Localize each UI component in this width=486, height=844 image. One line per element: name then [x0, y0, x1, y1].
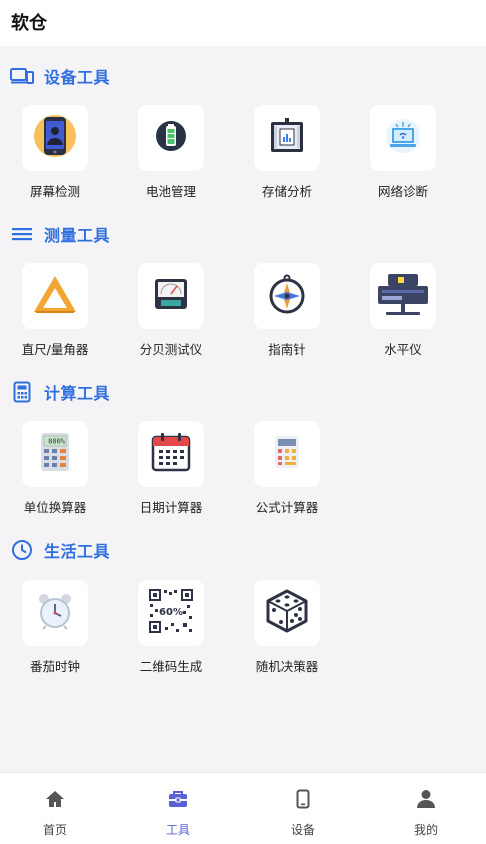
tab-label: 工具	[165, 823, 190, 837]
tool-label: 番茄时钟	[29, 659, 80, 674]
tab-device[interactable]: 设备	[248, 773, 358, 844]
section-title: 设备工具	[44, 68, 111, 87]
device-icon	[293, 789, 313, 809]
tool-pomodoro[interactable]: 番茄时钟	[0, 580, 110, 680]
storage-server-icon	[265, 116, 309, 160]
alarm-clock-icon	[35, 591, 75, 635]
tool-tile[interactable]	[254, 580, 320, 646]
section-title: 生活工具	[44, 542, 111, 561]
tool-level[interactable]: 水平仪	[348, 263, 458, 363]
tool-date-calculator[interactable]: 日期计算器	[116, 421, 226, 521]
tool-ruler[interactable]: 直尺/量角器	[0, 263, 110, 363]
tool-label: 日期计算器	[139, 500, 203, 515]
tool-qrcode[interactable]: 60% 二维码生成	[116, 580, 226, 680]
tool-tile[interactable]	[254, 421, 320, 487]
tool-tile[interactable]	[138, 263, 204, 329]
tab-tools[interactable]: 工具	[123, 773, 233, 844]
tab-label: 设备	[290, 823, 315, 837]
tool-tile[interactable]	[22, 580, 88, 646]
tool-label: 二维码生成	[139, 659, 203, 674]
calendar-icon	[150, 431, 192, 477]
tool-compass[interactable]: 指南针	[232, 263, 342, 363]
tool-tile[interactable]	[138, 421, 204, 487]
qr-code-icon: 60%	[147, 587, 195, 639]
tab-home[interactable]: 首页	[0, 773, 110, 844]
section-measure-tools: 测量工具	[10, 222, 110, 246]
tool-tile[interactable]: 800%	[22, 421, 88, 487]
app-header: 软仓	[0, 0, 486, 46]
tool-label: 电池管理	[145, 184, 196, 199]
calc-display-text: 800%	[48, 438, 66, 446]
tool-tile[interactable]	[22, 263, 88, 329]
tool-tile[interactable]	[370, 263, 436, 329]
clock-icon	[10, 539, 34, 561]
tool-label: 指南针	[268, 342, 306, 357]
dice-icon	[264, 588, 310, 638]
tool-tile[interactable]	[370, 105, 436, 171]
tool-tile[interactable]	[22, 105, 88, 171]
formula-calculator-icon	[272, 434, 302, 474]
tool-storage[interactable]: 存储分析	[232, 105, 342, 205]
triangle-ruler-icon	[32, 273, 78, 319]
converter-calculator-icon: 800%	[37, 431, 73, 477]
section-life-tools: 生活工具	[10, 538, 110, 562]
tab-me[interactable]: 我的	[371, 773, 481, 844]
tool-network[interactable]: 网络诊断	[348, 105, 458, 205]
user-icon	[416, 789, 436, 809]
tool-unit-converter[interactable]: 800% 单位换算器	[0, 421, 110, 521]
bottom-tab-bar: 首页 工具 设备 我的	[0, 772, 486, 844]
tool-formula-calculator[interactable]: 公式计算器	[232, 421, 342, 521]
calculator-icon	[10, 381, 34, 403]
tool-label: 直尺/量角器	[21, 342, 89, 357]
tool-label: 屏幕检测	[29, 184, 80, 199]
tab-label: 首页	[42, 823, 67, 837]
battery-icon	[151, 116, 191, 160]
tool-tile[interactable]: 60%	[138, 580, 204, 646]
tool-tile[interactable]	[254, 105, 320, 171]
page-title: 软仓	[11, 13, 47, 34]
tool-decibel[interactable]: 分贝测试仪	[116, 263, 226, 363]
tool-label: 单位换算器	[23, 500, 87, 515]
network-monitor-icon	[383, 116, 423, 160]
tool-tile[interactable]	[138, 105, 204, 171]
tool-screen-test[interactable]: 屏幕检测	[0, 105, 110, 205]
tool-label: 随机决策器	[255, 659, 319, 674]
tool-tile[interactable]	[254, 263, 320, 329]
section-title: 测量工具	[44, 226, 111, 245]
home-icon	[45, 789, 65, 809]
phone-screen-icon	[32, 113, 78, 163]
compass-icon	[266, 273, 308, 319]
tool-label: 公式计算器	[255, 500, 319, 515]
section-device-tools: 设备工具	[10, 64, 110, 88]
qr-center-text: 60%	[159, 607, 183, 618]
tool-random-decision[interactable]: 随机决策器	[232, 580, 342, 680]
tool-label: 存储分析	[261, 184, 312, 199]
decibel-meter-icon	[151, 274, 191, 318]
tab-label: 我的	[413, 823, 438, 837]
spirit-level-icon	[376, 270, 430, 322]
tool-label: 水平仪	[384, 342, 422, 357]
section-title: 计算工具	[44, 384, 111, 403]
section-compute-tools: 计算工具	[10, 380, 110, 404]
bars-icon	[10, 223, 34, 245]
tool-label: 分贝测试仪	[139, 342, 203, 357]
devices-icon	[10, 65, 34, 87]
tool-battery[interactable]: 电池管理	[116, 105, 226, 205]
toolbox-icon	[168, 789, 188, 809]
tool-label: 网络诊断	[377, 184, 428, 199]
